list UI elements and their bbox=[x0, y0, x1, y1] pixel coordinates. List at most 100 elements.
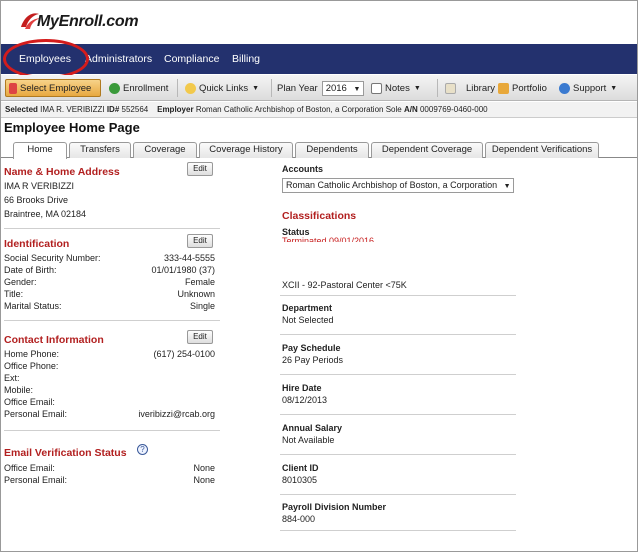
hire-date-label: Hire Date bbox=[282, 383, 322, 393]
logo-bar: MyEnroll.com bbox=[1, 1, 637, 43]
ext-label: Ext: bbox=[4, 373, 20, 383]
library-icon bbox=[445, 82, 456, 94]
payroll-division-label: Payroll Division Number bbox=[282, 502, 387, 512]
divider bbox=[280, 334, 516, 335]
nav-employees[interactable]: Employees bbox=[19, 53, 71, 65]
ssn-label: Social Security Number: bbox=[4, 253, 101, 263]
dob-label: Date of Birth: bbox=[4, 265, 57, 275]
payroll-division-value: 884-000 bbox=[282, 514, 316, 524]
marital-status-value: Single bbox=[189, 301, 215, 311]
city-state-zip: Braintree, MA 02184 bbox=[4, 209, 87, 219]
select-employee-button[interactable]: Select Employee bbox=[5, 79, 101, 97]
nav-administrators[interactable]: Administrators bbox=[85, 53, 152, 65]
notes-label: Notes bbox=[385, 82, 410, 94]
gender-value: Female bbox=[184, 277, 215, 287]
title-label: Title: bbox=[4, 289, 24, 299]
notes-icon bbox=[371, 82, 382, 94]
employer-label: Employer bbox=[157, 105, 194, 114]
classification-value: XCII - 92-Pastoral Center <75K bbox=[282, 280, 407, 290]
divider bbox=[280, 530, 516, 531]
identification-title: Identification bbox=[4, 238, 70, 250]
toolbar-divider bbox=[437, 79, 438, 97]
classifications-title: Classifications bbox=[282, 210, 357, 222]
nav-billing[interactable]: Billing bbox=[232, 53, 260, 65]
page-title: Employee Home Page bbox=[4, 120, 140, 135]
portfolio-button[interactable]: Portfolio bbox=[498, 79, 547, 97]
office-email-verify-value: None bbox=[193, 463, 215, 473]
plan-year-select[interactable]: 2016 ▼ bbox=[321, 80, 365, 96]
tab-dependents[interactable]: Dependents bbox=[295, 142, 369, 158]
selected-label: Selected bbox=[5, 105, 38, 114]
annual-salary-label: Annual Salary bbox=[282, 423, 343, 433]
street-address: 66 Brooks Drive bbox=[4, 195, 69, 205]
lightning-icon bbox=[185, 82, 196, 94]
department-label: Department bbox=[282, 303, 333, 313]
divider bbox=[4, 228, 220, 229]
chevron-down-icon: ▼ bbox=[503, 183, 511, 190]
help-icon[interactable]: ? bbox=[137, 444, 148, 455]
accounts-select[interactable]: Roman Catholic Archbishop of Boston, a C… bbox=[282, 178, 514, 193]
tab-dependent-verifications[interactable]: Dependent Verifications bbox=[485, 142, 599, 158]
divider bbox=[280, 494, 516, 495]
client-id-label: Client ID bbox=[282, 463, 319, 473]
contact-info-title: Contact Information bbox=[4, 334, 104, 346]
id-value: 552564 bbox=[121, 105, 149, 114]
nav-compliance[interactable]: Compliance bbox=[164, 53, 219, 65]
toolbar-divider bbox=[271, 79, 272, 97]
enrollment-label: Enrollment bbox=[123, 82, 169, 94]
account-number-value: 0009769-0460-000 bbox=[419, 105, 488, 114]
library-button[interactable]: Library bbox=[445, 79, 495, 97]
divider bbox=[4, 430, 220, 431]
home-phone-label: Home Phone: bbox=[4, 349, 60, 359]
personal-email-verify-value: None bbox=[193, 475, 215, 485]
personal-email-label: Personal Email: bbox=[4, 409, 68, 419]
edit-name-address-button[interactable]: Edit bbox=[187, 162, 213, 176]
notes-button[interactable]: Notes ▼ bbox=[371, 79, 421, 97]
marital-status-label: Marital Status: bbox=[4, 301, 62, 311]
quick-links-button[interactable]: Quick Links ▼ bbox=[185, 79, 259, 97]
quick-links-label: Quick Links bbox=[199, 82, 249, 94]
support-button[interactable]: Support ▼ bbox=[559, 79, 617, 97]
office-phone-label: Office Phone: bbox=[4, 361, 59, 371]
divider bbox=[280, 295, 516, 296]
gender-label: Gender: bbox=[4, 277, 37, 287]
employer-value: Roman Catholic Archbishop of Boston, a C… bbox=[195, 105, 402, 114]
edit-identification-button[interactable]: Edit bbox=[187, 234, 213, 248]
tab-dependent-coverage[interactable]: Dependent Coverage bbox=[371, 142, 483, 158]
id-label: ID# bbox=[106, 105, 120, 114]
toolbar: Select Employee Enrollment Quick Links ▼… bbox=[1, 75, 637, 101]
support-label: Support bbox=[573, 82, 607, 94]
client-id-value: 8010305 bbox=[282, 475, 318, 485]
phone-icon bbox=[559, 82, 570, 94]
plan-year-control: Plan Year 2016 ▼ bbox=[277, 79, 365, 97]
tab-transfers[interactable]: Transfers bbox=[69, 142, 131, 158]
home-phone-value: (617) 254-0100 bbox=[153, 349, 215, 359]
annual-salary-value: Not Available bbox=[282, 435, 335, 445]
office-email-label: Office Email: bbox=[4, 397, 55, 407]
plan-year-label: Plan Year bbox=[277, 82, 318, 94]
hire-date-value: 08/12/2013 bbox=[282, 395, 328, 405]
employee-name: IMA R VERIBIZZI bbox=[4, 181, 75, 191]
title-value: Unknown bbox=[177, 289, 215, 299]
enrollment-button[interactable]: Enrollment bbox=[109, 79, 168, 97]
library-label: Library bbox=[466, 82, 496, 94]
status-value: Terminated 09/01/2016 bbox=[282, 236, 375, 242]
tab-coverage-history[interactable]: Coverage History bbox=[199, 142, 293, 158]
chevron-down-icon: ▼ bbox=[413, 84, 421, 92]
edit-contact-button[interactable]: Edit bbox=[187, 330, 213, 344]
selected-employee-name: IMA R. VERIBIZZI bbox=[40, 105, 105, 114]
tab-home[interactable]: Home bbox=[13, 142, 67, 159]
logo-text[interactable]: MyEnroll.com bbox=[37, 13, 139, 31]
accounts-selected-value: Roman Catholic Archbishop of Boston, a C… bbox=[286, 180, 498, 190]
person-icon bbox=[9, 82, 17, 94]
divider bbox=[280, 414, 516, 415]
tab-coverage[interactable]: Coverage bbox=[133, 142, 197, 158]
tab-bar: Home Transfers Coverage Coverage History… bbox=[1, 140, 637, 159]
chevron-down-icon: ▼ bbox=[353, 85, 361, 93]
department-value: Not Selected bbox=[282, 315, 334, 325]
mobile-label: Mobile: bbox=[4, 385, 34, 395]
toolbar-divider bbox=[177, 79, 178, 97]
personal-email-verify-label: Personal Email: bbox=[4, 475, 68, 485]
email-verification-title: Email Verification Status bbox=[4, 447, 127, 459]
chevron-down-icon: ▼ bbox=[610, 84, 618, 92]
